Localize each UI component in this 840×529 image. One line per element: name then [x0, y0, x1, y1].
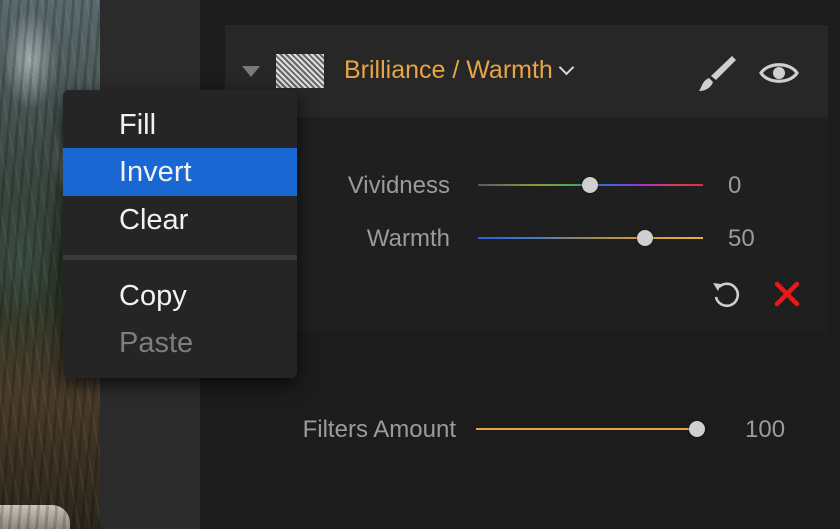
warmth-label: Warmth	[366, 225, 450, 252]
menu-separator	[63, 255, 297, 260]
warmth-slider-track[interactable]	[478, 237, 703, 239]
warmth-slider-knob[interactable]	[637, 230, 653, 246]
collapse-arrow-icon[interactable]	[242, 66, 260, 77]
filters-amount-value: 100	[745, 416, 786, 443]
menu-item-fill[interactable]: Fill	[63, 101, 297, 149]
chevron-down-icon	[558, 59, 575, 76]
menu-item-paste: Paste	[119, 327, 194, 359]
brush-icon[interactable]	[696, 52, 738, 94]
vividness-slider-knob[interactable]	[582, 177, 598, 193]
filters-amount-slider-knob[interactable]	[689, 421, 705, 437]
reset-icon[interactable]	[710, 278, 744, 312]
menu-item-clear[interactable]: Clear	[63, 196, 297, 244]
filter-name-label: Brilliance / Warmth	[344, 56, 553, 84]
menu-item-invert[interactable]: Invert	[63, 148, 297, 196]
photo-rock	[0, 505, 70, 529]
filter-name-dropdown[interactable]: Brilliance / Warmth	[344, 56, 575, 85]
vividness-value: 0	[728, 172, 742, 199]
mask-context-menu: Fill Invert Clear Copy Paste	[63, 90, 297, 378]
delete-icon[interactable]	[772, 279, 802, 309]
filter-thumbnail	[276, 54, 324, 88]
filters-amount-slider-track[interactable]	[476, 428, 698, 430]
vividness-label: Vividness	[347, 172, 450, 199]
eye-icon[interactable]	[758, 58, 800, 88]
warmth-value: 50	[728, 225, 755, 252]
filters-amount-label: Filters Amount	[302, 416, 456, 443]
menu-item-copy[interactable]: Copy	[63, 272, 297, 320]
